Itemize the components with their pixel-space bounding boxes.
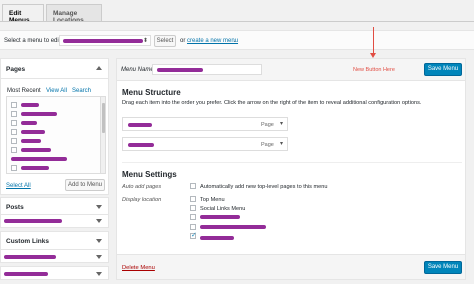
redacted-location-name [200, 236, 234, 240]
collapsed-box-header[interactable] [0, 214, 109, 228]
redacted-item-title [128, 123, 152, 127]
dropdown-arrow-icon: ⬍ [142, 38, 148, 44]
redacted-box-title [4, 255, 56, 259]
collapsed-box-header[interactable] [0, 249, 109, 263]
collapsed-box-header[interactable] [0, 266, 109, 280]
select-button[interactable]: Select [154, 35, 176, 47]
collapse-up-icon[interactable] [96, 66, 102, 70]
redacted-page-name [21, 121, 37, 125]
menu-footer [117, 254, 465, 279]
redacted-page-name [21, 103, 39, 107]
menu-structure-title: Menu Structure [122, 88, 181, 97]
menu-settings-title: Menu Settings [122, 170, 177, 179]
annotation-text: New Button Here [353, 67, 395, 73]
page-checkbox[interactable] [11, 120, 17, 126]
location-label: Top Menu [200, 197, 225, 203]
pages-box: Pages Most Recent View All Search Select… [0, 58, 109, 195]
redacted-menu-name [157, 68, 203, 72]
display-location-label: Display location [122, 197, 162, 203]
select-menu-prompt: Select a menu to edit: [4, 38, 63, 44]
save-menu-button-bottom[interactable]: Save Menu [424, 261, 462, 274]
tab-most-recent[interactable]: Most Recent [7, 88, 41, 94]
location-checkbox[interactable] [190, 224, 196, 230]
page-checkbox[interactable] [11, 102, 17, 108]
scrollbar-thumb[interactable] [102, 103, 105, 133]
redacted-item-title [128, 143, 154, 147]
expand-down-icon[interactable] [96, 255, 102, 259]
item-type-label: Page [261, 122, 274, 128]
redacted-menu-name [63, 39, 143, 43]
tab-edit-menus[interactable]: Edit Menus [2, 4, 44, 24]
menu-name-input[interactable] [152, 64, 262, 75]
location-checkbox-social-links[interactable] [190, 205, 196, 211]
divider [122, 162, 462, 163]
pages-title: Pages [6, 66, 26, 73]
or-text: or [180, 38, 186, 44]
expand-down-icon[interactable] [96, 219, 102, 223]
annotation-arrow-line [373, 27, 374, 54]
custom-links-title: Custom Links [6, 238, 49, 245]
tab-view-all[interactable]: View All [46, 88, 67, 94]
redacted-page-name [21, 130, 45, 134]
auto-add-pages-label: Auto add pages [122, 184, 162, 190]
redacted-page-name [21, 112, 57, 116]
menu-item[interactable]: Page ▾ [122, 137, 288, 151]
item-type-label: Page [261, 142, 274, 148]
tab-manage-locations[interactable]: Manage Locations [46, 4, 102, 24]
redacted-page-name [11, 157, 67, 161]
tab-divider [0, 21, 474, 22]
menu-select-bar: Select a menu to edit: ⬍ Select or creat… [0, 30, 474, 50]
redacted-location-name [200, 215, 240, 219]
redacted-box-title [4, 219, 62, 223]
annotation-arrow-head-icon [370, 53, 376, 58]
menu-structure-description: Drag each item into the order you prefer… [122, 100, 422, 106]
custom-links-box-header[interactable]: Custom Links [0, 231, 109, 251]
item-expand-arrow-icon[interactable]: ▾ [280, 120, 283, 127]
location-checkbox-checked[interactable] [190, 231, 197, 239]
posts-title: Posts [6, 204, 24, 211]
divider [1, 78, 108, 79]
auto-add-checkbox[interactable] [190, 183, 196, 189]
save-menu-button[interactable]: Save Menu [424, 63, 462, 76]
add-to-menu-button[interactable]: Add to Menu [65, 179, 105, 191]
expand-down-icon[interactable] [96, 205, 102, 209]
menu-name-label: Menu Name [121, 67, 154, 73]
page-checkbox[interactable] [11, 165, 17, 171]
create-new-menu-link[interactable]: create a new menu [187, 38, 238, 44]
location-checkbox[interactable] [190, 214, 196, 220]
page-checkbox[interactable] [11, 111, 17, 117]
item-expand-arrow-icon[interactable]: ▾ [280, 140, 283, 147]
scrollbar[interactable] [100, 97, 105, 173]
tab-search[interactable]: Search [72, 88, 91, 94]
period-text: . [234, 38, 236, 44]
auto-add-text: Automatically add new top-level pages to… [200, 184, 328, 190]
expand-down-icon[interactable] [96, 272, 102, 276]
select-all-link[interactable]: Select All [6, 183, 31, 189]
page-checkbox[interactable] [11, 147, 17, 153]
menu-select-dropdown[interactable]: ⬍ [59, 35, 151, 46]
delete-menu-link[interactable]: Delete Menu [122, 265, 155, 271]
redacted-location-name [200, 225, 266, 229]
expand-down-icon[interactable] [96, 239, 102, 243]
page-checkbox[interactable] [11, 138, 17, 144]
location-checkbox-top-menu[interactable] [190, 196, 196, 202]
page-checkbox[interactable] [11, 129, 17, 135]
location-label: Social Links Menu [200, 206, 246, 212]
menu-item[interactable]: Page ▾ [122, 117, 288, 131]
pages-checklist [6, 96, 106, 174]
redacted-page-name [21, 139, 41, 143]
redacted-page-name [21, 166, 49, 170]
redacted-page-name [21, 148, 51, 152]
redacted-box-title [4, 272, 48, 276]
